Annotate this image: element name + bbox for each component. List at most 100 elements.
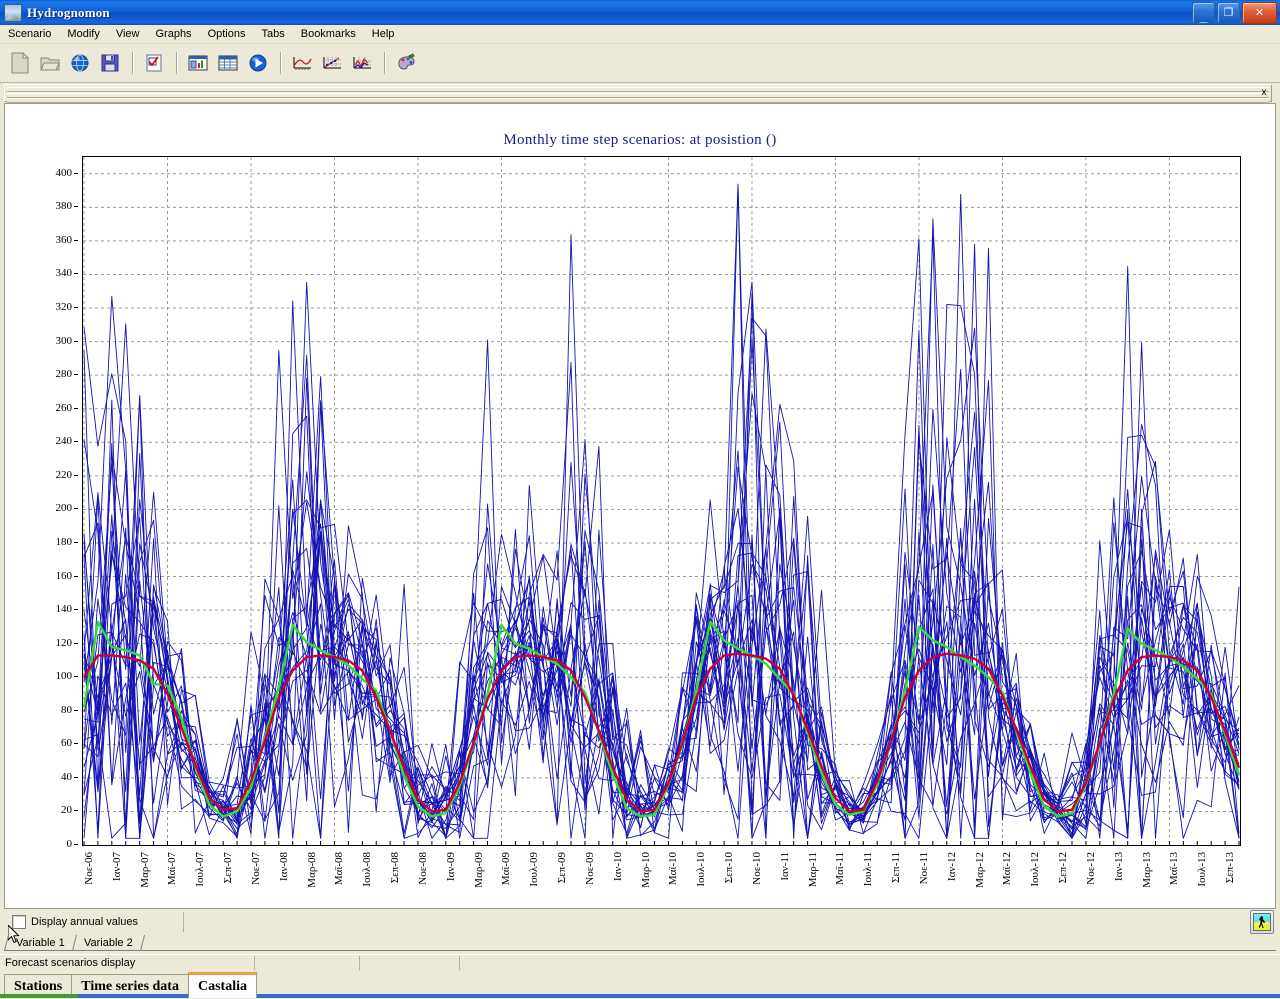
globe-icon[interactable] (66, 49, 94, 77)
plot-area[interactable] (82, 156, 1241, 846)
x-tick-label: Μαρ-08 (305, 852, 318, 888)
x-tick-label: Ιουλ-13 (1196, 852, 1209, 887)
toolbar (0, 44, 1280, 83)
report-window-icon[interactable] (184, 49, 212, 77)
x-tick-label: Νοε-07 (249, 852, 262, 885)
scenario-lines-svg (83, 157, 1240, 845)
x-tick-label: Μαϊ-09 (500, 852, 513, 886)
x-tick-label: Ιαν-11 (778, 852, 791, 881)
menu-item-view[interactable]: View (108, 26, 148, 42)
toolbar-separator (384, 52, 386, 74)
y-axis-labels: 0 20 40 60 80 100 120 140 160 180 200 220 240 260 280 3… (5, 156, 78, 850)
chart-title: Monthly time step scenarios: at posistio… (503, 132, 777, 148)
app-mountain-icon (4, 3, 22, 22)
x-tick-label: Ιουλ-09 (528, 852, 541, 887)
chart-area-icon[interactable] (288, 49, 316, 77)
restore-button[interactable]: ❐ (1217, 2, 1240, 24)
menu-item-graphs[interactable]: Graphs (147, 26, 199, 42)
status-panel-4 (460, 956, 1278, 970)
hydrognomon-window: Hydrognomon _ ❐ ✕ Scenario Modify View G… (0, 0, 1280, 998)
y-tick-label: 160 (55, 569, 73, 582)
x-tick-label: Ιουλ-11 (862, 852, 875, 887)
y-tick-mark (74, 709, 78, 711)
x-tick-label: Μαρ-11 (806, 852, 819, 888)
y-tick-label: 80 (61, 703, 72, 716)
window-buttons: _ ❐ ✕ (1192, 2, 1277, 24)
y-tick-mark (74, 239, 78, 241)
chart-panel: Monthly time step scenarios: at posistio… (4, 103, 1276, 909)
minimize-button[interactable]: _ (1192, 2, 1215, 24)
y-tick-label: 40 (61, 770, 72, 783)
x-tick-label: Μαϊ-12 (1001, 852, 1014, 886)
menu-item-options[interactable]: Options (200, 26, 254, 42)
run-person-icon[interactable] (1250, 910, 1274, 934)
x-axis-labels: Νοε-06 Ιαν-07 Μαρ-07 Μαϊ-07 Ιουλ-07 Σεπ-07 Νοε… (82, 852, 1241, 908)
x-tick-label: Ιουλ-08 (361, 852, 374, 887)
y-tick-label: 20 (61, 804, 72, 817)
open-folder-icon[interactable] (36, 49, 64, 77)
tab-baseline (4, 950, 1276, 951)
close-button[interactable]: ✕ (1242, 2, 1277, 24)
title-bar: Hydrognomon _ ❐ ✕ (0, 0, 1280, 26)
menu-bar: Scenario Modify View Graphs Options Tabs… (0, 25, 1280, 44)
play-run-icon[interactable] (244, 49, 272, 77)
x-tick-label: Σεπ-12 (1057, 852, 1070, 884)
toolbar-separator (280, 52, 282, 74)
menu-item-scenario[interactable]: Scenario (0, 26, 59, 42)
y-tick-label: 140 (55, 603, 73, 616)
y-tick-mark (74, 743, 78, 745)
y-tick-mark (74, 307, 78, 309)
save-floppy-icon[interactable] (96, 49, 124, 77)
checklist-icon[interactable] (140, 49, 168, 77)
x-tick-label: Σεπ-10 (723, 852, 736, 884)
x-tick-label: Νοε-09 (583, 852, 596, 885)
chart-scatter-icon[interactable] (318, 49, 346, 77)
paint-palette-icon[interactable] (392, 49, 420, 77)
x-tick-label: Νοε-08 (416, 852, 429, 885)
x-tick-label: Μαρ-09 (472, 852, 485, 888)
y-tick-mark (74, 340, 78, 342)
inner-toolbar-strip: x (4, 84, 1272, 103)
x-tick-label: Ιαν-07 (110, 852, 123, 882)
y-tick-label: 200 (55, 502, 73, 515)
menu-item-bookmarks[interactable]: Bookmarks (293, 26, 364, 42)
y-tick-mark (74, 642, 78, 644)
toolbar-separator (132, 52, 134, 74)
table-grid-icon[interactable] (214, 49, 242, 77)
x-tick-label: Σεπ-09 (556, 852, 569, 884)
strip-close-icon[interactable]: x (1259, 85, 1269, 101)
page-tab-castalia[interactable]: Castalia (187, 972, 257, 998)
minimize-icon: _ (1199, 8, 1208, 24)
chart-line-icon[interactable] (348, 49, 376, 77)
window-title: Hydrognomon (27, 4, 110, 20)
x-tick-label: Μαρ-13 (1140, 852, 1153, 888)
menu-item-tabs[interactable]: Tabs (253, 26, 292, 42)
y-tick-label: 100 (55, 670, 73, 683)
display-annual-values-row[interactable]: Display annual values (4, 912, 184, 932)
tab-variable-2[interactable]: Variable 2 (78, 935, 143, 951)
y-tick-mark (74, 407, 78, 409)
y-tick-mark (74, 172, 78, 174)
menu-item-modify[interactable]: Modify (59, 26, 107, 42)
new-file-icon[interactable] (6, 49, 34, 77)
y-tick-mark (74, 541, 78, 543)
y-tick-label: 400 (55, 166, 73, 179)
x-tick-label: Σεπ-08 (389, 852, 402, 884)
x-tick-label: Σεπ-07 (222, 852, 235, 884)
x-tick-label: Ιουλ-12 (1029, 852, 1042, 887)
x-tick-label: Νοε-06 (83, 852, 95, 885)
toolbar-separator (176, 52, 178, 74)
y-tick-mark (74, 474, 78, 476)
y-tick-label: 280 (55, 368, 73, 381)
x-tick-label: Ιαν-12 (945, 852, 958, 882)
x-tick-label: Μαρ-10 (639, 852, 652, 888)
close-icon: ✕ (1254, 7, 1265, 19)
menu-item-help[interactable]: Help (364, 26, 403, 42)
y-tick-mark (74, 575, 78, 577)
y-tick-mark (74, 810, 78, 812)
y-tick-mark (74, 374, 78, 376)
y-tick-label: 0 (66, 838, 73, 850)
strip-divider (7, 87, 1269, 92)
status-bar: Forecast scenarios display (0, 954, 1280, 971)
x-tick-label: Μαϊ-08 (333, 852, 346, 886)
